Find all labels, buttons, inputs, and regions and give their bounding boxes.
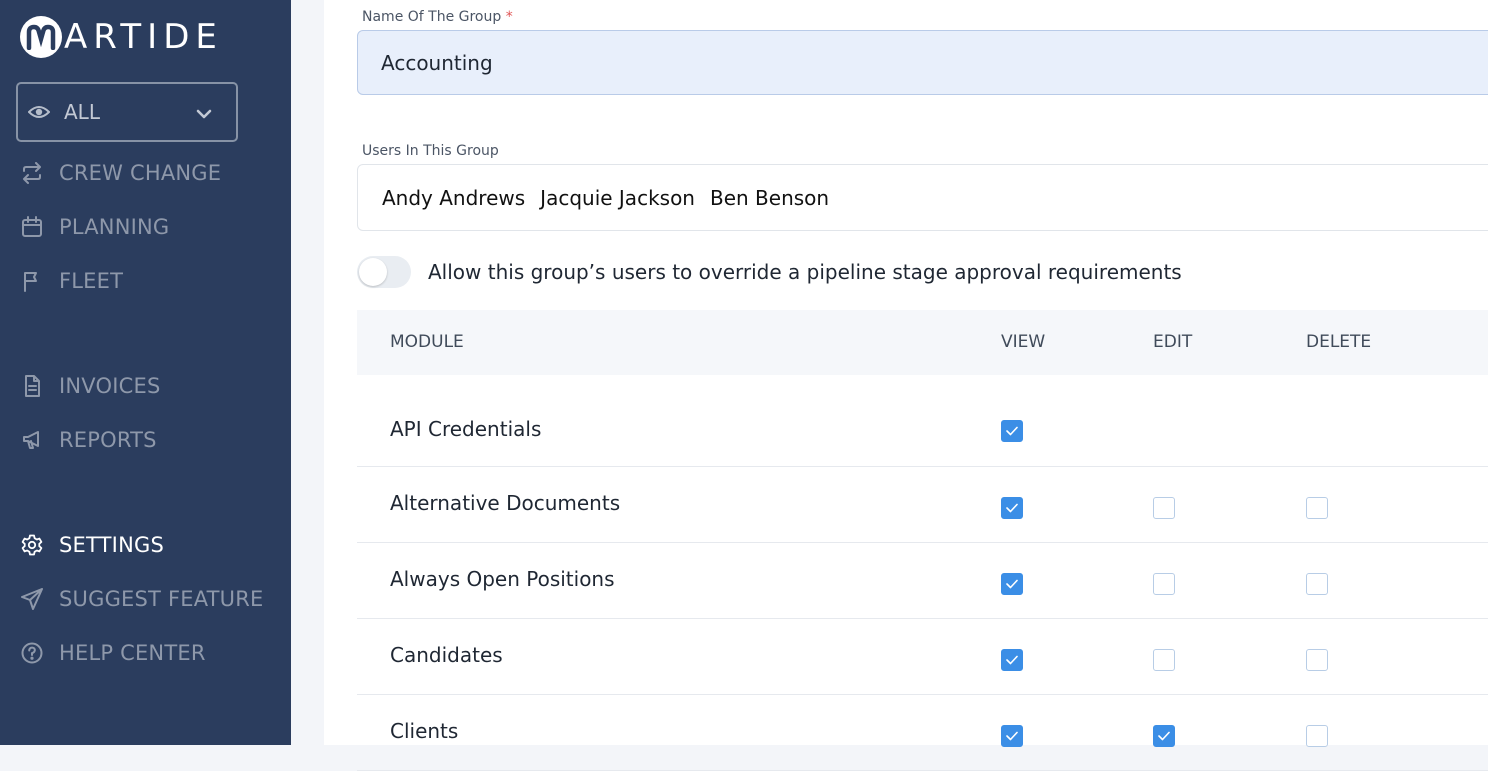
table-row: Alternative Documents bbox=[357, 467, 1488, 543]
sidebar-item-label: SETTINGS bbox=[59, 533, 164, 557]
flag-icon bbox=[20, 269, 44, 293]
swap-arrows-icon bbox=[20, 161, 44, 185]
module-name: Clients bbox=[390, 719, 459, 743]
view-filter-select[interactable]: ALL bbox=[16, 82, 238, 142]
delete-checkbox[interactable] bbox=[1306, 573, 1328, 595]
sidebar-item-label: REPORTS bbox=[59, 428, 157, 452]
permissions-table: MODULE VIEW EDIT DELETE API Credentials A… bbox=[357, 310, 1488, 771]
delete-checkbox[interactable] bbox=[1306, 649, 1328, 671]
module-name: Alternative Documents bbox=[390, 491, 621, 515]
header-view: VIEW bbox=[1001, 332, 1046, 352]
edit-checkbox[interactable] bbox=[1153, 573, 1175, 595]
table-header: MODULE VIEW EDIT DELETE bbox=[357, 310, 1488, 375]
header-edit: EDIT bbox=[1153, 332, 1193, 352]
user-chip[interactable]: Andy Andrews bbox=[382, 186, 525, 210]
sidebar-item-help-center[interactable]: HELP CENTER bbox=[20, 635, 206, 671]
view-checkbox[interactable] bbox=[1001, 573, 1023, 595]
sidebar-item-label: FLEET bbox=[59, 269, 124, 293]
sidebar-item-label: CREW CHANGE bbox=[59, 161, 222, 185]
eye-icon bbox=[28, 100, 52, 124]
view-checkbox[interactable] bbox=[1001, 725, 1023, 747]
edit-checkbox[interactable] bbox=[1153, 725, 1175, 747]
logo-text: ARTIDE bbox=[64, 17, 223, 57]
edit-checkbox[interactable] bbox=[1153, 649, 1175, 671]
view-filter-value: ALL bbox=[64, 100, 100, 124]
module-name: Always Open Positions bbox=[390, 567, 615, 591]
module-name: Candidates bbox=[390, 643, 503, 667]
table-body: API Credentials Alternative Documents Alwa… bbox=[357, 375, 1488, 771]
megaphone-icon bbox=[20, 428, 44, 452]
sidebar-item-label: HELP CENTER bbox=[59, 641, 206, 665]
table-row: API Credentials bbox=[357, 375, 1488, 467]
view-checkbox[interactable] bbox=[1001, 649, 1023, 671]
group-name-input[interactable]: Accounting bbox=[357, 30, 1488, 95]
send-icon bbox=[20, 587, 44, 611]
user-chip[interactable]: Jacquie Jackson bbox=[540, 186, 695, 210]
calendar-icon bbox=[20, 215, 44, 239]
sidebar-item-suggest-feature[interactable]: SUGGEST FEATURE bbox=[20, 581, 264, 617]
required-mark: * bbox=[505, 9, 513, 25]
gear-icon bbox=[20, 533, 44, 557]
group-name-value: Accounting bbox=[381, 50, 493, 75]
override-toggle-label: Allow this group’s users to override a p… bbox=[428, 260, 1182, 284]
table-row: Clients bbox=[357, 695, 1488, 771]
sidebar-item-label: SUGGEST FEATURE bbox=[59, 587, 264, 611]
override-toggle[interactable] bbox=[357, 256, 411, 288]
users-select[interactable]: Andy Andrews Jacquie Jackson Ben Benson bbox=[357, 164, 1488, 231]
sidebar-item-settings[interactable]: SETTINGS bbox=[20, 527, 164, 563]
delete-checkbox[interactable] bbox=[1306, 497, 1328, 519]
logo-m-icon bbox=[20, 16, 62, 58]
sidebar-item-crew-change[interactable]: CREW CHANGE bbox=[20, 155, 221, 191]
delete-checkbox[interactable] bbox=[1306, 725, 1328, 747]
chevron-down-icon bbox=[196, 104, 212, 123]
sidebar: ARTIDE ALL CREW CHANGE PLANNING FLEET IN… bbox=[0, 0, 291, 745]
header-module: MODULE bbox=[390, 332, 464, 352]
toggle-knob bbox=[359, 258, 387, 286]
module-name: API Credentials bbox=[390, 417, 542, 441]
users-label: Users In This Group bbox=[362, 143, 499, 159]
sidebar-item-fleet[interactable]: FLEET bbox=[20, 263, 123, 299]
document-icon bbox=[20, 374, 44, 398]
sidebar-item-planning[interactable]: PLANNING bbox=[20, 209, 169, 245]
sidebar-item-reports[interactable]: REPORTS bbox=[20, 422, 157, 458]
help-circle-icon bbox=[20, 641, 44, 665]
edit-checkbox[interactable] bbox=[1153, 497, 1175, 519]
view-checkbox[interactable] bbox=[1001, 420, 1023, 442]
group-edit-form: Name Of The Group * Accounting Users In … bbox=[324, 0, 1488, 771]
group-name-label-text: Name Of The Group bbox=[362, 9, 502, 25]
view-checkbox[interactable] bbox=[1001, 497, 1023, 519]
group-name-label: Name Of The Group * bbox=[362, 9, 513, 25]
user-chip[interactable]: Ben Benson bbox=[710, 186, 829, 210]
table-row: Always Open Positions bbox=[357, 543, 1488, 619]
header-delete: DELETE bbox=[1306, 332, 1372, 352]
table-row: Candidates bbox=[357, 619, 1488, 695]
sidebar-item-label: INVOICES bbox=[59, 374, 161, 398]
override-toggle-row: Allow this group’s users to override a p… bbox=[357, 256, 1182, 288]
sidebar-item-label: PLANNING bbox=[59, 215, 170, 239]
martide-logo[interactable]: ARTIDE bbox=[20, 14, 223, 60]
sidebar-item-invoices[interactable]: INVOICES bbox=[20, 368, 160, 404]
